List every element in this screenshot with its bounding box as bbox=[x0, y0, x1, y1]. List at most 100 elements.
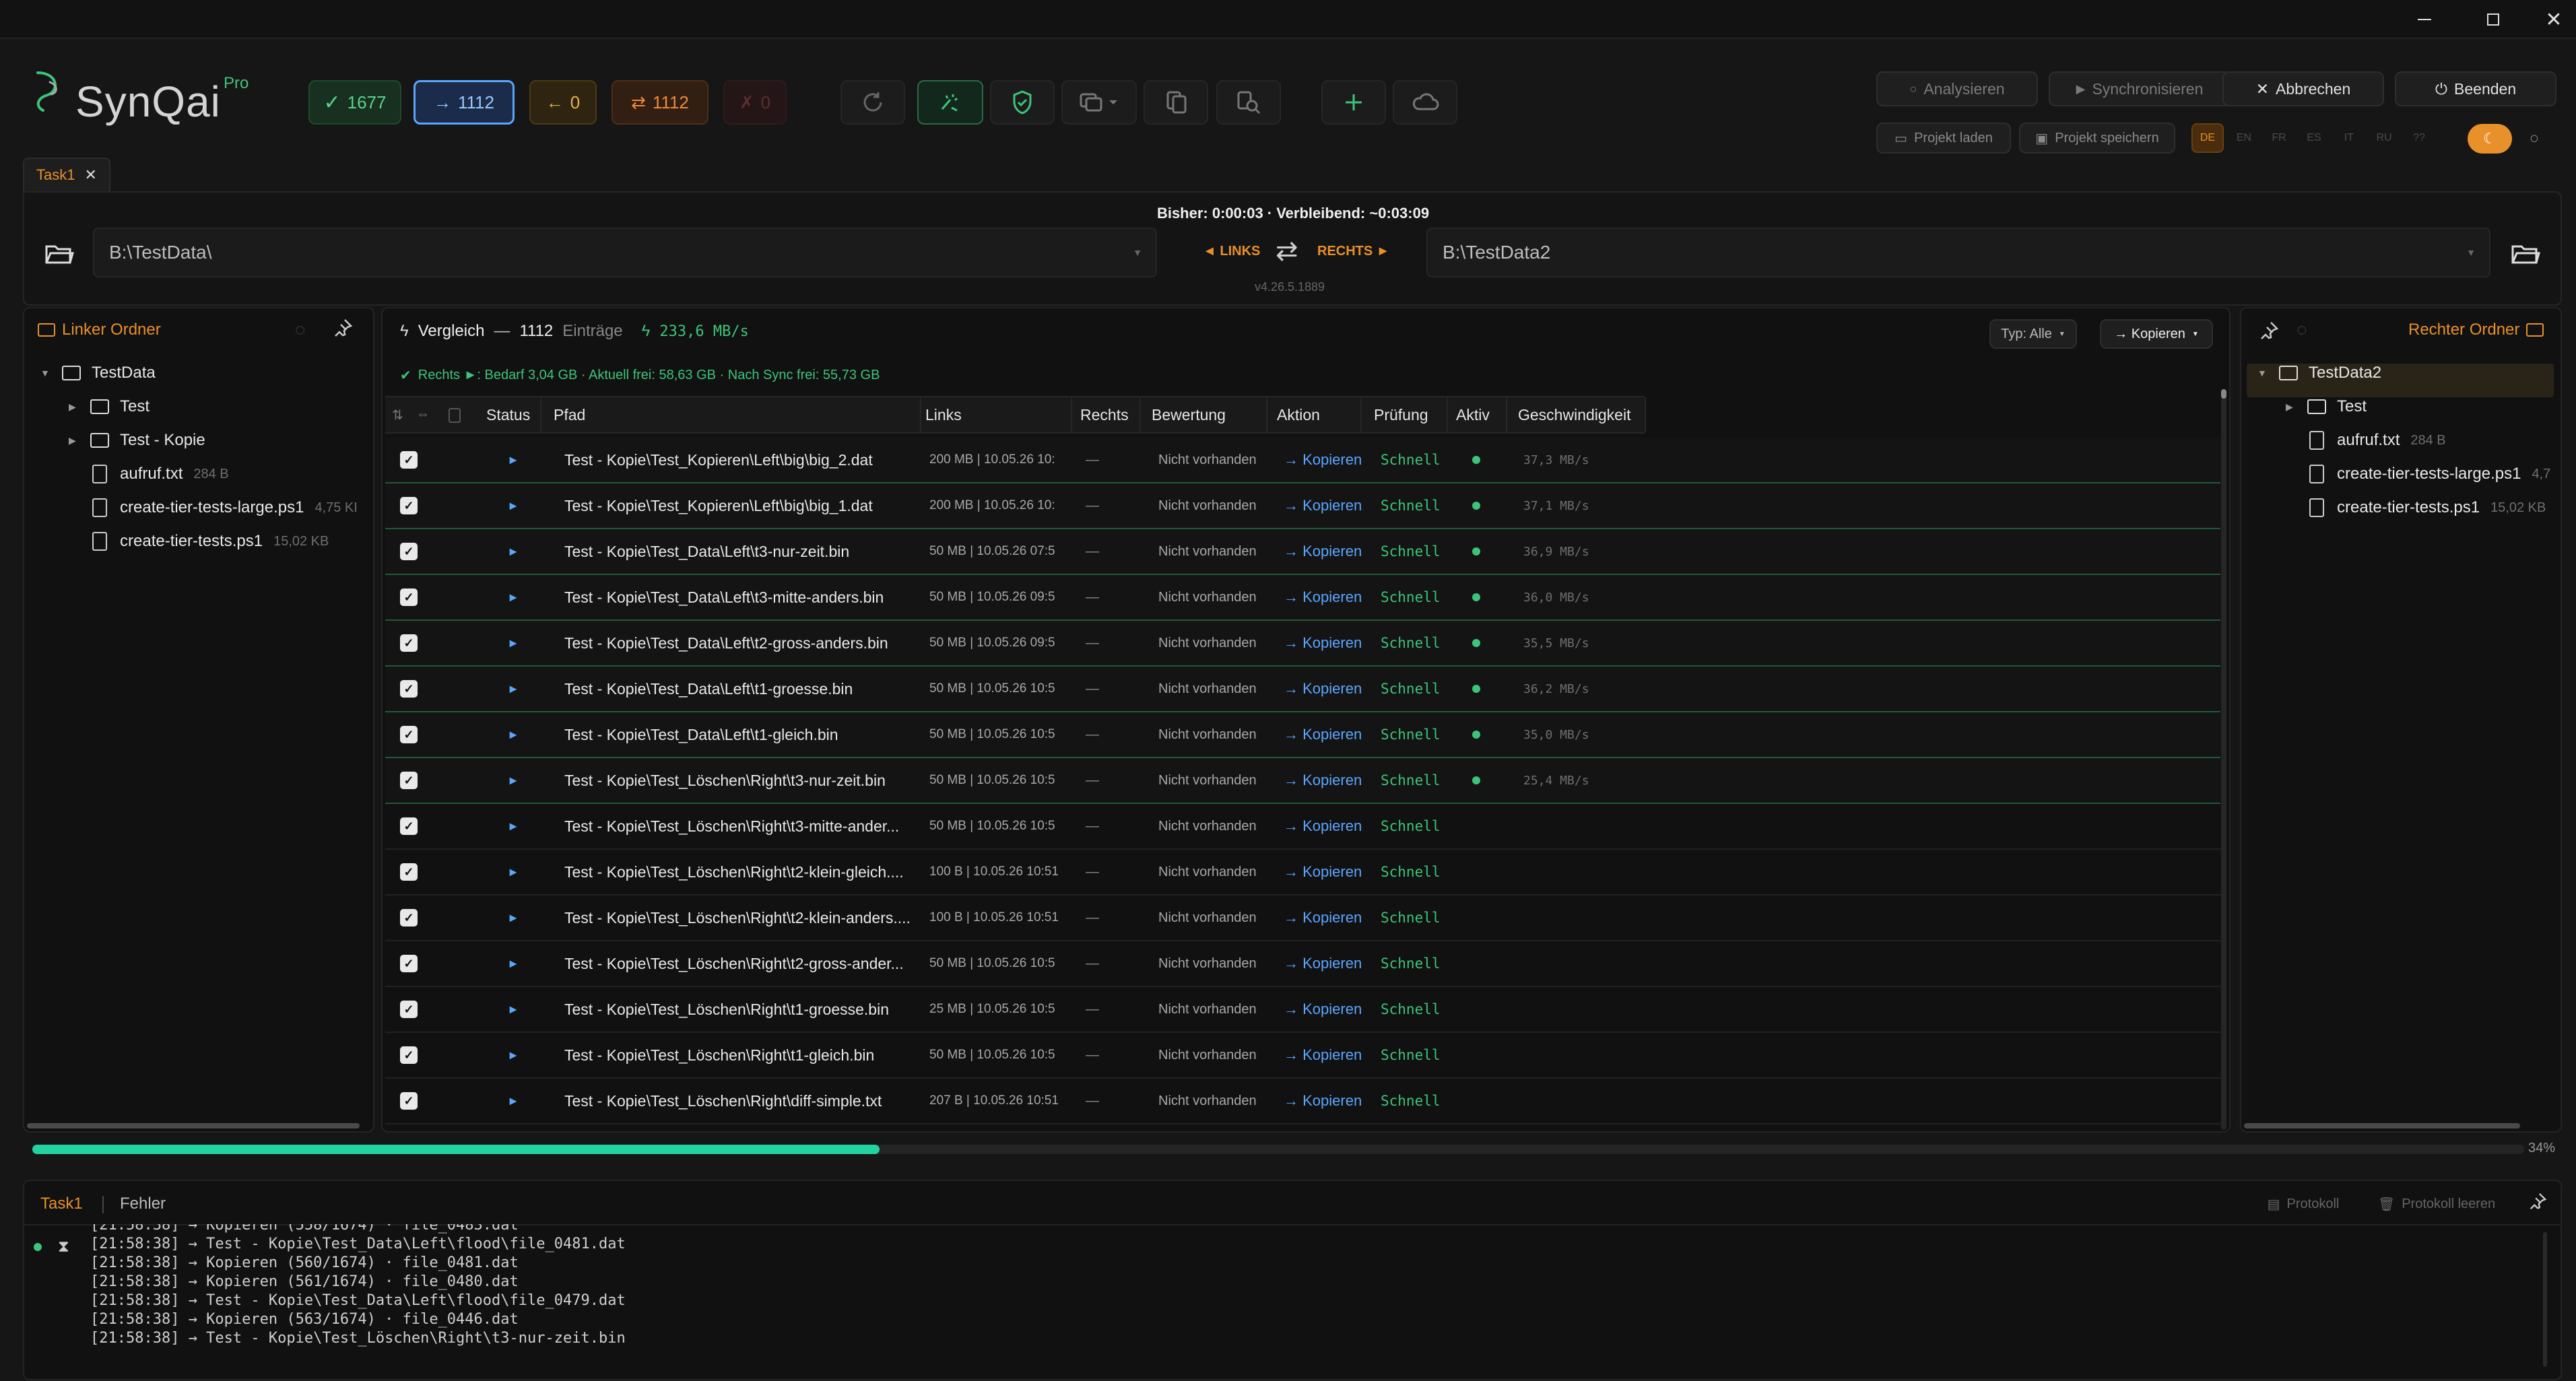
column-path[interactable]: Pfad bbox=[544, 397, 921, 432]
column-active[interactable]: Aktiv bbox=[1447, 397, 1507, 432]
open-right-folder-button[interactable] bbox=[2504, 233, 2547, 273]
table-row[interactable]: ✓ ► Test - Kopie\Test_Löschen\Right\t1-gro… bbox=[385, 987, 2220, 1033]
synchronize-button[interactable]: ▶ Synchronisieren bbox=[2049, 71, 2231, 106]
row-checkbox[interactable]: ✓ bbox=[400, 772, 418, 789]
language-it[interactable]: IT bbox=[2334, 125, 2364, 151]
column-speed[interactable]: Geschwindigkeit bbox=[1509, 397, 1646, 432]
save-project-button[interactable]: ▣ Projekt speichern bbox=[2019, 123, 2175, 154]
right-path-input[interactable]: B:\TestData2 ▼ bbox=[1426, 228, 2490, 277]
column-left[interactable]: Links bbox=[916, 397, 1072, 432]
left-tree-item[interactable]: ▶ Test bbox=[69, 397, 150, 416]
abort-button[interactable]: ✕ Abbrechen bbox=[2222, 71, 2384, 106]
left-panel-scrollbar[interactable] bbox=[27, 1123, 360, 1129]
expand-right-icon[interactable]: ▶ bbox=[2286, 401, 2297, 413]
action-cell[interactable]: → Kopieren bbox=[1284, 621, 1378, 665]
type-filter-dropdown[interactable]: Typ: Alle ▼ bbox=[1989, 319, 2077, 349]
expand-right-icon[interactable]: ▶ bbox=[69, 435, 79, 446]
conflict-count-badge[interactable]: ⇄ 1112 bbox=[612, 80, 708, 125]
swap-paths-button[interactable]: ⇄ bbox=[1276, 236, 1298, 267]
table-row[interactable]: ✓ ► Test - Kopie\Test_Löschen\Right\t1-gle… bbox=[385, 1033, 2220, 1079]
right-tree-item[interactable]: create-tier-tests.ps1 15,02 KB bbox=[2286, 498, 2546, 517]
to-right-count-badge[interactable]: → 1112 bbox=[414, 80, 515, 125]
table-row[interactable]: ✓ ► Test - Kopie\Test_Data\Left\t2-gross-a… bbox=[385, 621, 2220, 667]
left-tree-item[interactable]: create-tier-tests-large.ps1 4,75 KI bbox=[69, 498, 358, 517]
row-checkbox[interactable]: ✓ bbox=[400, 634, 418, 652]
log-tab-task1[interactable]: Task1 bbox=[40, 1194, 83, 1213]
table-row[interactable]: ✓ ► Test - Kopie\Test_Data\Left\t1-groesse… bbox=[385, 667, 2220, 712]
table-row[interactable]: ✓ ► Test - Kopie\Test_Löschen\Right\t2-kle… bbox=[385, 896, 2220, 941]
cloud-button[interactable] bbox=[1393, 80, 1457, 125]
row-checkbox[interactable]: ✓ bbox=[400, 680, 418, 698]
action-cell[interactable]: → Kopieren bbox=[1284, 850, 1378, 894]
maximize-button[interactable] bbox=[2480, 9, 2507, 30]
column-status[interactable]: Status bbox=[477, 397, 541, 432]
load-project-button[interactable]: ▭ Projekt laden bbox=[1876, 123, 2011, 154]
table-row[interactable]: ✓ ► Test - Kopie\Test_Data\Left\t1-gleich.… bbox=[385, 712, 2220, 758]
log-pin-button[interactable] bbox=[2528, 1192, 2547, 1211]
action-cell[interactable]: → Kopieren bbox=[1284, 941, 1378, 986]
expand-down-icon[interactable]: ▼ bbox=[2257, 368, 2268, 378]
language-es[interactable]: ES bbox=[2299, 125, 2329, 151]
row-checkbox[interactable]: ✓ bbox=[400, 1001, 418, 1018]
header-width-icon[interactable]: ⇔ bbox=[416, 407, 430, 422]
left-tree-item[interactable]: create-tier-tests.ps1 15,02 KB bbox=[69, 532, 329, 551]
table-row[interactable]: ✓ ► Test - Kopie\Test_Kopieren\Left\big\bi… bbox=[385, 438, 2220, 483]
action-cell[interactable]: → Kopieren bbox=[1284, 1033, 1378, 1077]
expand-right-icon[interactable]: ▶ bbox=[69, 401, 79, 413]
table-row[interactable]: ✓ ► Test - Kopie\Test_Löschen\Right\diff-s… bbox=[385, 1079, 2220, 1124]
right-pin-button[interactable] bbox=[2259, 321, 2279, 341]
row-checkbox[interactable]: ✓ bbox=[400, 588, 418, 606]
column-right[interactable]: Rechts bbox=[1071, 397, 1141, 432]
close-window-button[interactable]: ✕ bbox=[2540, 8, 2567, 31]
action-cell[interactable]: → Kopieren bbox=[1284, 896, 1378, 940]
left-path-input[interactable]: B:\TestData\ ▼ bbox=[93, 228, 1157, 277]
row-checkbox[interactable]: ✓ bbox=[400, 1092, 418, 1110]
auto-sync-button[interactable] bbox=[917, 80, 983, 125]
row-checkbox[interactable]: ✓ bbox=[400, 863, 418, 881]
expand-down-icon[interactable]: ▼ bbox=[40, 368, 51, 378]
error-count-badge[interactable]: ✗ 0 bbox=[723, 80, 787, 125]
right-panel-scrollbar[interactable] bbox=[2244, 1123, 2520, 1129]
action-cell[interactable]: → Kopieren bbox=[1284, 667, 1378, 711]
log-tab-errors[interactable]: Fehler bbox=[120, 1194, 166, 1213]
left-tree-item[interactable]: ▼ TestData bbox=[40, 364, 156, 382]
header-select-all[interactable] bbox=[449, 408, 461, 423]
left-tree-item[interactable]: aufruf.txt 284 B bbox=[69, 465, 229, 483]
action-cell[interactable]: → Kopieren bbox=[1284, 758, 1378, 803]
windows-dropdown-button[interactable] bbox=[1061, 80, 1137, 125]
language-en[interactable]: EN bbox=[2229, 125, 2259, 151]
close-tab-icon[interactable]: ✕ bbox=[85, 166, 97, 184]
left-tree-item[interactable]: ▶ Test - Kopie bbox=[69, 431, 205, 450]
left-direction-label[interactable]: ◄ LINKS bbox=[1203, 244, 1260, 259]
column-action[interactable]: Aktion bbox=[1267, 397, 1362, 432]
quit-button[interactable]: ⏻ Beenden bbox=[2395, 71, 2556, 106]
right-tree-item[interactable]: aufruf.txt 284 B bbox=[2286, 431, 2446, 450]
row-checkbox[interactable]: ✓ bbox=[400, 1046, 418, 1064]
add-button[interactable] bbox=[1321, 80, 1386, 125]
language-de[interactable]: DE bbox=[2191, 123, 2224, 153]
analyze-button[interactable]: ○ Analysieren bbox=[1876, 71, 2038, 106]
inspect-button[interactable] bbox=[1216, 80, 1281, 125]
equal-count-badge[interactable]: ✓ 1677 bbox=[308, 80, 401, 125]
row-checkbox[interactable]: ✓ bbox=[400, 955, 418, 972]
language-other[interactable]: ?? bbox=[2404, 125, 2434, 151]
right-tree-item[interactable]: ▼ TestData2 bbox=[2257, 364, 2381, 382]
table-row[interactable]: ✓ ► Test - Kopie\Test_Löschen\Right\t3-nur… bbox=[385, 758, 2220, 804]
open-left-folder-button[interactable] bbox=[38, 233, 81, 273]
column-check[interactable]: Prüfung bbox=[1364, 397, 1448, 432]
table-row[interactable]: ✓ ► Test - Kopie\Test_Löschen\Right\t2-kle… bbox=[385, 850, 2220, 896]
refresh-button[interactable] bbox=[840, 80, 905, 125]
row-checkbox[interactable]: ✓ bbox=[400, 497, 418, 514]
language-ru[interactable]: RU bbox=[2369, 125, 2399, 151]
table-row[interactable]: ✓ ► Test - Kopie\Test_Data\Left\t3-nur-zei… bbox=[385, 529, 2220, 575]
language-fr[interactable]: FR bbox=[2264, 125, 2294, 151]
row-checkbox[interactable]: ✓ bbox=[400, 817, 418, 835]
copy-files-button[interactable] bbox=[1144, 80, 1208, 125]
table-row[interactable]: ✓ ► Test - Kopie\Test_Data\Left\t3-mitte-a… bbox=[385, 575, 2220, 621]
right-refresh-button[interactable]: ◌ bbox=[2297, 319, 2307, 340]
minimize-button[interactable] bbox=[2411, 9, 2438, 30]
protocol-button[interactable]: ▤ Protokoll bbox=[2256, 1190, 2350, 1217]
left-refresh-button[interactable]: ◌ bbox=[295, 319, 305, 340]
action-cell[interactable]: → Kopieren bbox=[1284, 438, 1378, 482]
left-pin-button[interactable] bbox=[333, 318, 353, 338]
